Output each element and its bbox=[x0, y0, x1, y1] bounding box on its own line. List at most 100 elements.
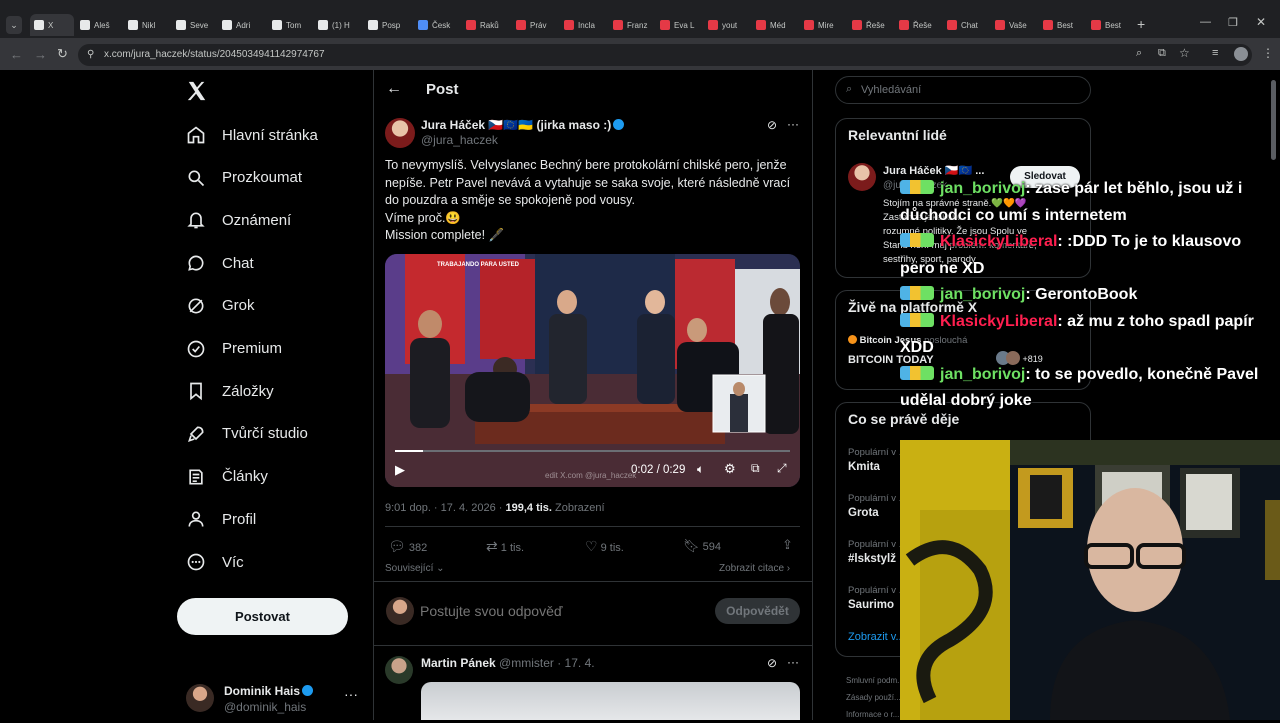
install-icon[interactable]: ⧉ bbox=[1158, 47, 1166, 60]
bookmark-action[interactable]: 🔖︎ 594 bbox=[683, 538, 721, 554]
show-more-link[interactable]: Zobrazit v... bbox=[848, 631, 905, 643]
reply-input[interactable] bbox=[420, 599, 700, 623]
browser-tab[interactable]: Řeše bbox=[852, 14, 896, 36]
browser-tab[interactable]: Chat bbox=[947, 14, 991, 36]
repost-action[interactable]: ⇄ 1 tis. bbox=[486, 538, 524, 555]
left-divider bbox=[373, 70, 374, 720]
post-author-handle[interactable]: @jura_haczek bbox=[421, 133, 498, 147]
zoom-icon[interactable]: ⌕ bbox=[1136, 47, 1142, 60]
browser-tab[interactable]: Vaše bbox=[995, 14, 1039, 36]
video-frame bbox=[385, 254, 800, 487]
browser-tab[interactable]: Méd bbox=[756, 14, 800, 36]
browser-tab[interactable]: Adri bbox=[222, 14, 266, 36]
browser-tab[interactable]: Franz bbox=[613, 14, 657, 36]
browser-tab[interactable]: Best bbox=[1043, 14, 1087, 36]
footer-link[interactable]: Smluvní podm... bbox=[846, 672, 904, 689]
menu-icon[interactable]: ⋮ bbox=[1262, 46, 1274, 60]
tab-favicon-icon bbox=[368, 20, 378, 30]
nav-item[interactable]: Oznámení bbox=[186, 205, 291, 235]
fullscreen-icon[interactable]: ⤢ bbox=[777, 461, 787, 476]
profile-avatar[interactable] bbox=[1234, 47, 1248, 61]
video-player[interactable]: TRABAJANDO PARA USTED ▶ edit X.com @jura… bbox=[385, 254, 800, 487]
volume-icon[interactable]: 🔈︎ bbox=[697, 462, 704, 477]
browser-tab[interactable]: Eva L bbox=[660, 14, 704, 36]
close-window-icon[interactable]: ✕ bbox=[1256, 15, 1266, 29]
trend-item[interactable]: Populární v ... #lskstylž bbox=[848, 539, 907, 565]
nav-item[interactable]: Chat bbox=[186, 248, 254, 278]
like-action[interactable]: ♡ 9 tis. bbox=[585, 538, 624, 555]
trend-item[interactable]: Populární v ... Kmita bbox=[848, 447, 907, 473]
browser-tab[interactable]: Best bbox=[1091, 14, 1135, 36]
reply-action[interactable]: 💬︎ 382 bbox=[388, 538, 427, 555]
share-icon[interactable]: ⇪ bbox=[782, 537, 793, 553]
reply-count: 382 bbox=[408, 542, 428, 554]
site-info-icon[interactable]: ⚲ bbox=[87, 44, 94, 66]
nav-item[interactable]: Hlavní stránka bbox=[186, 120, 318, 150]
url-field[interactable]: ⚲ x.com/jura_haczek/status/2045034941142… bbox=[78, 44, 1252, 66]
reload-icon[interactable]: ↻ bbox=[57, 46, 68, 62]
browser-tab[interactable]: Práv bbox=[516, 14, 560, 36]
post-button[interactable]: Postovat bbox=[177, 598, 348, 635]
bookmark-icon bbox=[190, 382, 202, 401]
play-icon[interactable]: ▶ bbox=[395, 462, 405, 478]
trend-item[interactable]: Populární v ... Grota bbox=[848, 493, 907, 519]
tab-search-button[interactable]: ⌄ bbox=[6, 16, 22, 34]
browser-tab[interactable]: Raků bbox=[466, 14, 510, 36]
browser-tab[interactable]: Mire bbox=[804, 14, 848, 36]
nav-item[interactable]: Profil bbox=[186, 504, 256, 534]
back-arrow-icon[interactable]: ← bbox=[386, 80, 402, 98]
minimize-icon[interactable]: — bbox=[1200, 16, 1211, 28]
page-scrollbar[interactable] bbox=[1271, 80, 1276, 160]
browser-tab[interactable]: Seve bbox=[176, 14, 220, 36]
grok-icon[interactable]: ⊘ bbox=[767, 656, 777, 670]
post-author-name[interactable]: Jura Háček 🇨🇿🇪🇺🇺🇦 (jirka maso :) bbox=[421, 118, 611, 132]
reply-author-avatar[interactable] bbox=[385, 656, 413, 684]
like-icon: ♡ bbox=[585, 538, 598, 554]
browser-tab[interactable]: X bbox=[30, 14, 74, 36]
pip-icon[interactable]: ⧉ bbox=[751, 461, 760, 476]
extensions-icon[interactable]: ≡ bbox=[1212, 47, 1218, 59]
browser-tab[interactable]: Nikl bbox=[128, 14, 172, 36]
relevant-avatar[interactable] bbox=[848, 163, 876, 191]
search-box[interactable]: ⌕ Vyhledávání bbox=[835, 76, 1091, 104]
account-more-icon[interactable]: ··· bbox=[344, 686, 358, 702]
browser-tab[interactable]: Česk bbox=[418, 14, 462, 36]
account-switcher[interactable]: Dominik Hais @dominik_hais ··· bbox=[186, 682, 362, 718]
related-link[interactable]: Související ⌄ bbox=[385, 563, 445, 574]
browser-tab[interactable]: Incla bbox=[564, 14, 608, 36]
nav-item[interactable]: Premium bbox=[186, 334, 282, 364]
post-avatar[interactable] bbox=[385, 118, 415, 148]
nav-item[interactable]: Tvůrčí studio bbox=[186, 419, 308, 449]
footer-link[interactable]: Zásady použí... bbox=[846, 689, 904, 706]
trend-item[interactable]: Populární v ... Saurimo bbox=[848, 585, 907, 611]
reply-author-name[interactable]: Martin Pánek bbox=[421, 656, 496, 670]
new-tab-icon[interactable]: + bbox=[1137, 16, 1145, 32]
x-logo-icon[interactable] bbox=[186, 80, 208, 102]
nav-item[interactable]: Záložky bbox=[186, 376, 274, 406]
browser-tab[interactable]: Posp bbox=[368, 14, 412, 36]
settings-icon[interactable]: ⚙ bbox=[724, 461, 736, 477]
post-timestamp[interactable]: 9:01 dop. · 17. 4. 2026 · bbox=[385, 502, 505, 514]
browser-tab[interactable]: yout bbox=[708, 14, 752, 36]
nav-item[interactable]: Články bbox=[186, 462, 268, 492]
footer-link[interactable]: Informace o r... bbox=[846, 706, 904, 723]
bookmark-star-icon[interactable]: ☆ bbox=[1179, 46, 1190, 60]
maximize-icon[interactable]: ❐ bbox=[1228, 16, 1238, 29]
browser-tab[interactable]: Řeše bbox=[899, 14, 943, 36]
back-icon[interactable]: ← bbox=[10, 47, 23, 62]
show-quotes-link[interactable]: Zobrazit citace › bbox=[719, 563, 790, 574]
browser-tab[interactable]: (1) H bbox=[318, 14, 362, 36]
reply-button[interactable]: Odpovědět bbox=[715, 598, 800, 624]
post-more-icon[interactable]: ··· bbox=[787, 117, 799, 131]
reply-media[interactable] bbox=[421, 682, 800, 720]
browser-tab[interactable]: Tom bbox=[272, 14, 316, 36]
page-title: Post bbox=[426, 81, 459, 98]
browser-tab[interactable]: Aleš bbox=[80, 14, 124, 36]
grok-icon[interactable]: ⊘ bbox=[767, 118, 777, 132]
nav-item[interactable]: Prozkoumat bbox=[186, 163, 302, 193]
nav-item[interactable]: Grok bbox=[186, 291, 255, 321]
nav-item[interactable]: Víc bbox=[186, 547, 244, 577]
forward-icon[interactable]: → bbox=[34, 47, 47, 62]
reply-author-handle[interactable]: @mmister · 17. 4. bbox=[499, 656, 595, 670]
reply-more-icon[interactable]: ··· bbox=[787, 655, 799, 669]
